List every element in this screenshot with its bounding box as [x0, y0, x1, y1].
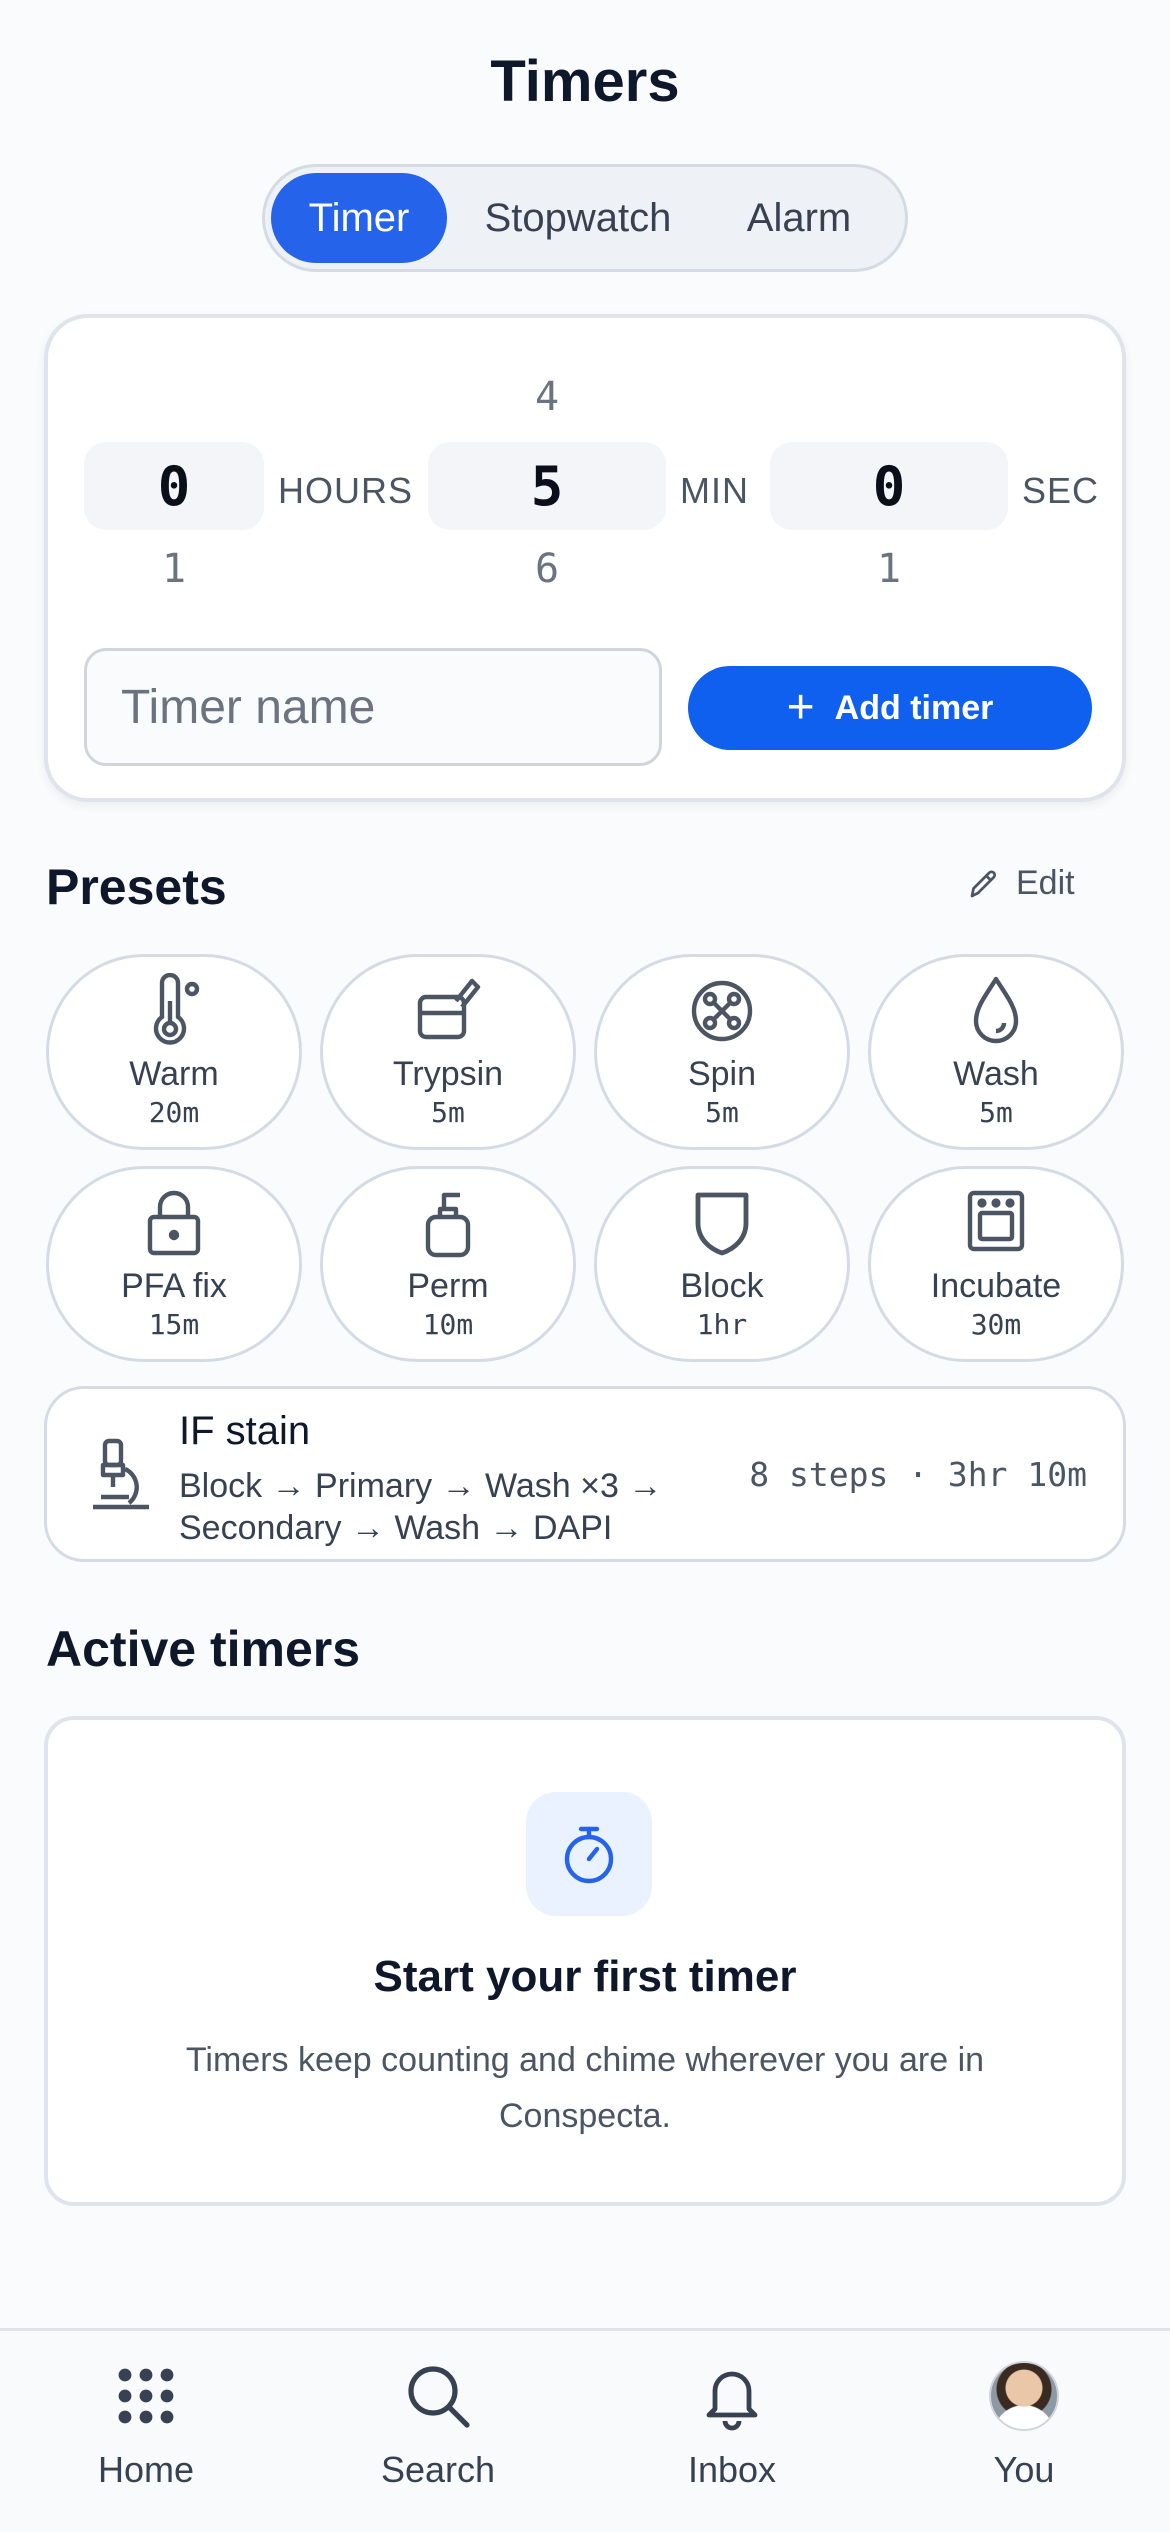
edit-label: Edit: [1016, 864, 1075, 902]
tab-you[interactable]: You: [914, 2361, 1134, 2491]
tab-search-label: Search: [380, 2449, 496, 2490]
stopwatch-icon: [564, 1826, 614, 1884]
page-title: Timers: [490, 49, 680, 114]
tab-you-label: You: [993, 2449, 1055, 2490]
preset-duration: 1hr: [696, 1308, 748, 1341]
empty-state-title: Start your first timer: [373, 1952, 797, 2001]
timer-picker-card: 1 0 HOURS 4 5 6 MIN 0 1 SEC + Add timer: [44, 314, 1126, 802]
tab-home[interactable]: Home: [36, 2361, 256, 2491]
tab-inbox-label: Inbox: [687, 2449, 777, 2490]
preset-block[interactable]: Block 1hr: [594, 1166, 850, 1362]
trypsin-icon: [417, 978, 481, 1040]
preset-duration: 5m: [431, 1096, 465, 1129]
active-timers-empty-state: Start your first timer Timers keep count…: [44, 1716, 1126, 2206]
preset-pfa-fix[interactable]: PFA fix 15m: [46, 1166, 302, 1362]
presets-title: Presets: [46, 859, 227, 915]
workflow-steps-line-1: Block → Primary → Wash ×3 →: [179, 1467, 663, 1505]
preset-name: PFA fix: [121, 1267, 227, 1305]
workflow-title: IF stain: [179, 1409, 311, 1453]
tab-stopwatch[interactable]: Stopwatch: [447, 173, 709, 263]
hours-wheel[interactable]: 0: [84, 442, 264, 530]
thermometer-icon: [153, 973, 200, 1045]
preset-incubate[interactable]: Incubate 30m: [868, 1166, 1124, 1362]
incubator-icon: [967, 1190, 1025, 1252]
plus-icon: +: [786, 681, 815, 734]
preset-duration: 15m: [148, 1308, 200, 1341]
preset-name: Incubate: [930, 1267, 1062, 1305]
tab-search[interactable]: Search: [328, 2361, 548, 2491]
search-icon: [408, 2366, 470, 2428]
shield-icon: [695, 1192, 749, 1256]
preset-name: Wash: [953, 1055, 1039, 1093]
tab-home-label: Home: [97, 2449, 195, 2490]
minutes-next-value[interactable]: 6: [428, 546, 666, 592]
seconds-wheel[interactable]: 0: [770, 442, 1008, 530]
hours-next-value[interactable]: 1: [84, 546, 264, 592]
preset-duration: 5m: [705, 1096, 739, 1129]
workflow-steps-line-2: Secondary → Wash → DAPI: [179, 1509, 613, 1547]
bottom-tab-bar: Home Search Inbox You: [0, 2328, 1170, 2532]
mode-segmented-control: Timer Stopwatch Alarm: [262, 164, 908, 272]
edit-presets-button[interactable]: Edit: [966, 864, 1075, 903]
active-timers-title: Active timers: [46, 1621, 361, 1677]
tab-alarm[interactable]: Alarm: [709, 173, 889, 263]
preset-duration: 10m: [422, 1308, 474, 1341]
tab-inbox[interactable]: Inbox: [622, 2361, 842, 2491]
workflow-steps: Block → Primary → Wash ×3 → Secondary → …: [179, 1465, 699, 1549]
preset-name: Trypsin: [392, 1055, 504, 1093]
tab-timer[interactable]: Timer: [271, 173, 447, 263]
preset-perm[interactable]: Perm 10m: [320, 1166, 576, 1362]
preset-name: Warm: [129, 1055, 219, 1093]
empty-state-icon-badge: [526, 1792, 652, 1916]
preset-duration: 20m: [148, 1096, 200, 1129]
avatar: [989, 2361, 1059, 2431]
hours-unit-label: HOURS: [278, 470, 414, 511]
minutes-wheel[interactable]: 5: [428, 442, 666, 530]
preset-name: Perm: [407, 1267, 489, 1305]
droplet-icon: [973, 976, 1019, 1044]
dispenser-icon: [425, 1192, 471, 1258]
minutes-prev-value[interactable]: 4: [428, 374, 666, 420]
preset-warm[interactable]: Warm 20m: [46, 954, 302, 1150]
seconds-next-value[interactable]: 1: [770, 546, 1008, 592]
preset-wash[interactable]: Wash 5m: [868, 954, 1124, 1150]
workflow-preset-if-stain[interactable]: IF stain Block → Primary → Wash ×3 → Sec…: [44, 1386, 1126, 1562]
pencil-icon: [970, 869, 997, 897]
preset-trypsin[interactable]: Trypsin 5m: [320, 954, 576, 1150]
workflow-meta: 8 steps · 3hr 10m: [749, 1455, 1087, 1494]
empty-state-description: Timers keep counting and chime wherever …: [185, 2041, 985, 2135]
preset-name: Block: [680, 1267, 764, 1305]
timer-name-input[interactable]: [84, 648, 662, 766]
grid-dots-icon: [118, 2368, 174, 2424]
preset-duration: 5m: [979, 1096, 1013, 1129]
bell-icon: [706, 2371, 758, 2431]
preset-spin[interactable]: Spin 5m: [594, 954, 850, 1150]
centrifuge-icon: [691, 980, 753, 1042]
preset-name: Spin: [687, 1055, 757, 1093]
microscope-icon: [93, 1438, 149, 1510]
lock-icon: [147, 1190, 201, 1256]
minutes-unit-label: MIN: [680, 470, 749, 511]
add-timer-label: Add timer: [834, 688, 994, 727]
add-timer-button[interactable]: + Add timer: [688, 666, 1092, 750]
seconds-unit-label: SEC: [1022, 470, 1100, 511]
preset-duration: 30m: [970, 1308, 1022, 1341]
